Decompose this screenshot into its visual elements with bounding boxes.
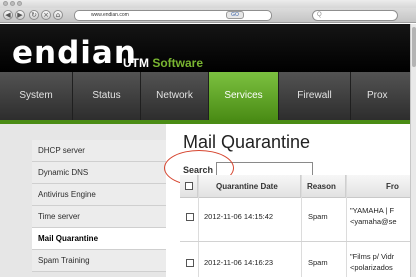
zoom-window-icon[interactable]	[17, 1, 22, 6]
header-quarantine-date[interactable]: Quarantine Date	[198, 175, 301, 198]
sidebar: DHCP server Dynamic DNS Antivirus Engine…	[0, 124, 166, 277]
row-date: 2012-11-06 14:16:23	[204, 258, 274, 267]
tab-services[interactable]: Services	[208, 72, 278, 120]
row-reason: Spam	[308, 258, 328, 267]
sidebar-item-time-server[interactable]: Time server	[32, 206, 166, 228]
row-from-address: <polarizados	[350, 263, 393, 272]
browser-toolbar: ◀ ▶ ↻ × ⌂ www.endian.com GO Q	[0, 8, 416, 23]
sidebar-item-spam-training[interactable]: Spam Training	[32, 250, 166, 272]
header-from[interactable]: Fro	[346, 175, 410, 198]
close-window-icon[interactable]	[3, 1, 8, 6]
row-checkbox[interactable]	[186, 213, 194, 221]
home-icon[interactable]: ⌂	[53, 10, 63, 20]
endian-logo: endian	[12, 35, 137, 71]
product-name: UTM Software	[123, 56, 203, 70]
main-nav: System Status Network Services Firewall …	[0, 72, 410, 120]
minimize-window-icon[interactable]	[10, 1, 15, 6]
row-checkbox[interactable]	[186, 259, 194, 267]
browser-window: ◀ ▶ ↻ × ⌂ www.endian.com GO Q endian UTM…	[0, 0, 416, 277]
url-go-button[interactable]: GO	[226, 11, 244, 19]
row-from-address: <yamaha@se	[350, 217, 397, 226]
quarantine-table: Quarantine Date Reason Fro 2012-11-06 14…	[180, 175, 410, 277]
tab-system[interactable]: System	[0, 72, 72, 120]
sidebar-item-mail-quarantine[interactable]: Mail Quarantine	[32, 228, 166, 250]
tab-status[interactable]: Status	[72, 72, 140, 120]
back-icon[interactable]: ◀	[3, 10, 13, 20]
sidebar-item-dynamic-dns[interactable]: Dynamic DNS	[32, 162, 166, 184]
column-divider	[198, 175, 199, 277]
sidebar-item-antivirus-engine[interactable]: Antivirus Engine	[32, 184, 166, 206]
column-divider	[346, 175, 347, 277]
tab-firewall[interactable]: Firewall	[278, 72, 350, 120]
browser-search-field[interactable]: Q	[312, 10, 398, 21]
column-divider	[301, 175, 302, 277]
header-select-cell	[180, 175, 198, 198]
tab-network[interactable]: Network	[140, 72, 208, 120]
url-text: www.endian.com	[91, 12, 129, 18]
row-reason: Spam	[308, 212, 328, 221]
window-titlebar	[0, 0, 416, 8]
tab-proxy[interactable]: Prox	[350, 72, 410, 120]
product-accent: Software	[152, 56, 204, 70]
row-from-name: "YAMAHA | F	[350, 206, 395, 215]
product-prefix: UTM	[123, 56, 153, 70]
search-icon: Q	[317, 12, 322, 18]
page-scrollbar[interactable]	[410, 24, 416, 277]
scrollbar-thumb[interactable]	[412, 27, 416, 67]
forward-icon[interactable]: ▶	[15, 10, 25, 20]
select-all-checkbox[interactable]	[185, 182, 193, 190]
row-date: 2012-11-06 14:15:42	[204, 212, 274, 221]
row-divider	[180, 241, 410, 242]
sidebar-item-dhcp-server[interactable]: DHCP server	[32, 140, 166, 162]
header-reason[interactable]: Reason	[301, 175, 346, 198]
row-from-name: "Films p/ Vidr	[350, 252, 395, 261]
reload-icon[interactable]: ↻	[29, 10, 39, 20]
stop-icon[interactable]: ×	[41, 10, 51, 20]
